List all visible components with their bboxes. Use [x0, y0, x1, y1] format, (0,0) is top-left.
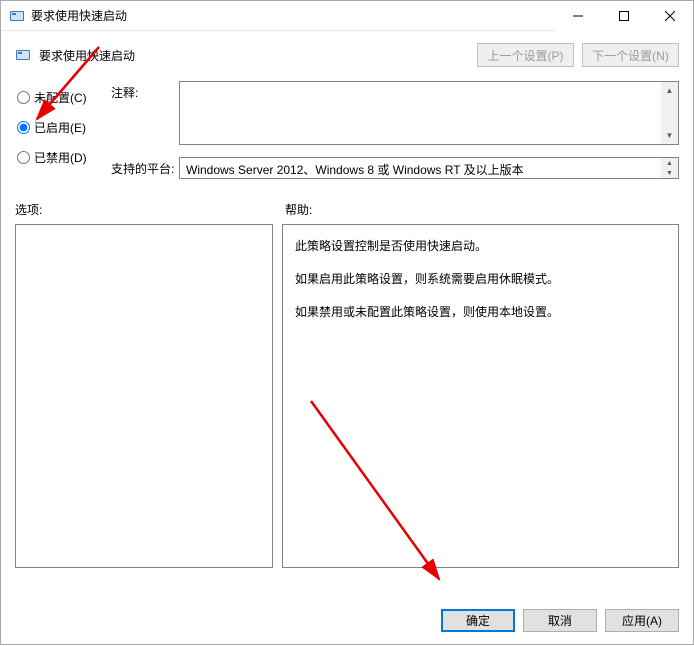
- platform-box: Windows Server 2012、Windows 8 或 Windows …: [179, 157, 679, 179]
- scroll-down-icon[interactable]: ▼: [661, 127, 678, 144]
- help-text-2: 如果启用此策略设置，则系统需要启用休眠模式。: [295, 270, 666, 289]
- scroll-up-icon[interactable]: ▲: [661, 82, 678, 99]
- close-button[interactable]: [647, 1, 693, 31]
- bottom-bar: 确定 取消 应用(A): [441, 609, 679, 632]
- prev-setting-button[interactable]: 上一个设置(P): [477, 43, 574, 67]
- window-title: 要求使用快速启动: [31, 7, 127, 24]
- minimize-button[interactable]: [555, 1, 601, 31]
- comment-scrollbar[interactable]: ▲ ▼: [661, 82, 678, 144]
- radio-disabled[interactable]: 已禁用(D): [15, 147, 111, 167]
- help-pane: 此策略设置控制是否使用快速启动。 如果启用此策略设置，则系统需要启用休眠模式。 …: [282, 224, 679, 568]
- policy-heading: 要求使用快速启动: [39, 47, 135, 64]
- radio-enabled-input[interactable]: [17, 121, 30, 134]
- platform-text: Windows Server 2012、Windows 8 或 Windows …: [186, 163, 524, 177]
- help-text-3: 如果禁用或未配置此策略设置，则使用本地设置。: [295, 303, 666, 322]
- cancel-button[interactable]: 取消: [523, 609, 597, 632]
- radio-group: 未配置(C) 已启用(E) 已禁用(D): [15, 81, 111, 179]
- radio-enabled[interactable]: 已启用(E): [15, 117, 111, 137]
- platform-label: 支持的平台:: [111, 157, 179, 177]
- window-controls: [555, 1, 693, 30]
- help-text-1: 此策略设置控制是否使用快速启动。: [295, 237, 666, 256]
- comment-textarea[interactable]: ▲ ▼: [179, 81, 679, 145]
- radio-disabled-label: 已禁用(D): [34, 149, 87, 166]
- comment-label: 注释:: [111, 81, 179, 101]
- ok-button[interactable]: 确定: [441, 609, 515, 632]
- platform-scroll[interactable]: ▲ ▼: [661, 158, 678, 178]
- radio-not-configured-label: 未配置(C): [34, 89, 87, 106]
- platform-scroll-up-icon[interactable]: ▲: [661, 158, 678, 168]
- radio-enabled-label: 已启用(E): [34, 119, 86, 136]
- maximize-button[interactable]: [601, 1, 647, 31]
- radio-disabled-input[interactable]: [17, 151, 30, 164]
- titlebar: 要求使用快速启动: [1, 1, 693, 31]
- app-icon: [9, 8, 25, 24]
- radio-not-configured[interactable]: 未配置(C): [15, 87, 111, 107]
- policy-icon: [15, 47, 31, 63]
- apply-button[interactable]: 应用(A): [605, 609, 679, 632]
- radio-not-configured-input[interactable]: [17, 91, 30, 104]
- options-label: 选项:: [15, 201, 285, 218]
- next-setting-button[interactable]: 下一个设置(N): [582, 43, 679, 67]
- heading-row: 要求使用快速启动 上一个设置(P) 下一个设置(N): [15, 43, 679, 67]
- help-label: 帮助:: [285, 201, 312, 218]
- platform-scroll-down-icon[interactable]: ▼: [661, 168, 678, 178]
- options-pane: [15, 224, 273, 568]
